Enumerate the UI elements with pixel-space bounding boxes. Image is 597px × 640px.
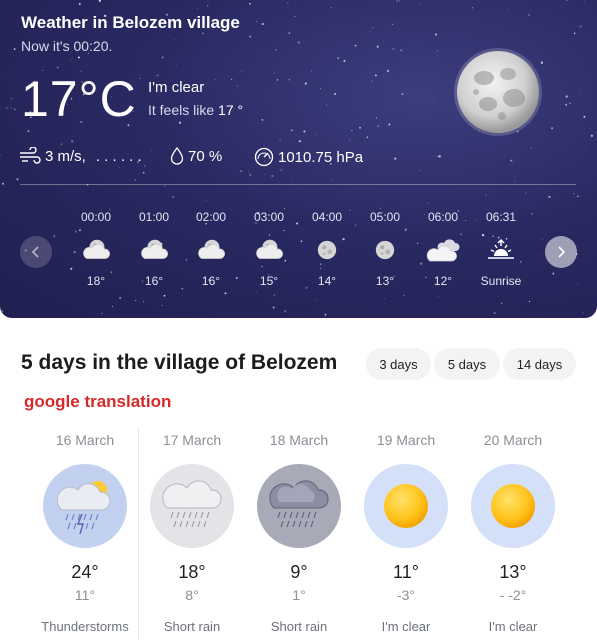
hourly-item: 05:00 13° <box>357 210 413 288</box>
water-drop-icon <box>170 147 184 165</box>
hourly-time: 02:00 <box>195 210 227 224</box>
day-high-temp: 9° <box>290 562 308 582</box>
tab-3-days[interactable]: 3 days <box>366 348 431 380</box>
hourly-item: 06:00 12° <box>415 210 471 288</box>
thunderstorm-icon <box>43 464 127 548</box>
hourly-time: 05:00 <box>369 210 401 224</box>
wind-direction: . . . . . . <box>95 147 142 165</box>
feels-like: It feels like 17 ° <box>148 102 243 118</box>
moon-cloud-icon <box>126 232 182 268</box>
hourly-item: 01:00 16° <box>126 210 182 288</box>
page-title: Weather in Belozem village <box>21 13 240 32</box>
day-description: I'm clear <box>381 619 431 634</box>
day-forecast[interactable]: 20 March 13° - -2° I'm clear <box>460 432 566 634</box>
sun-icon <box>471 464 555 548</box>
current-weather-card: Weather in Belozem village Now it's 00:2… <box>0 0 597 318</box>
day-forecast[interactable]: 17 March 18° 8° Short rain <box>139 432 245 634</box>
tab-14-days[interactable]: 14 days <box>503 348 576 380</box>
tab-5-days[interactable]: 5 days <box>434 348 500 380</box>
hourly-item: 06:31 Sunrise <box>473 210 529 288</box>
sunrise-icon <box>473 232 529 268</box>
day-forecast[interactable]: 18 March 9° 1° Short rain <box>246 432 352 634</box>
day-date: 19 March <box>376 432 436 448</box>
chevron-right-icon <box>558 246 566 258</box>
day-high-temp: 24° <box>71 562 99 582</box>
day-date: 18 March <box>269 432 329 448</box>
day-date: 16 March <box>55 432 115 448</box>
hourly-value: Sunrise <box>480 274 522 288</box>
day-description: I'm clear <box>488 619 538 634</box>
moon-icon <box>299 232 355 268</box>
full-moon-icon <box>454 48 542 136</box>
current-time: Now it's 00:20. <box>21 38 113 54</box>
day-forecast[interactable]: 16 March 24° 11° Thunderstorms <box>32 432 138 634</box>
day-date: 17 March <box>162 432 222 448</box>
feels-like-value: 17 ° <box>218 102 244 118</box>
hourly-value: 16° <box>144 274 164 288</box>
wind-speed: 3 m/s, <box>45 147 86 165</box>
day-low-temp: - -2° <box>499 587 527 603</box>
day-low-temp: -3° <box>396 587 416 603</box>
wind-metric: 3 m/s, . . . . . . <box>19 147 142 165</box>
barometer-icon <box>254 147 274 167</box>
hourly-item: 00:00 18° <box>68 210 124 288</box>
hourly-value: 14° <box>317 274 337 288</box>
hourly-item: 03:00 15° <box>241 210 297 288</box>
hourly-value: 15° <box>259 274 279 288</box>
moon-cloud-icon <box>68 232 124 268</box>
day-description: Thunderstorms <box>41 619 129 634</box>
hourly-time: 00:00 <box>80 210 112 224</box>
scroll-left-button[interactable] <box>20 236 52 268</box>
humidity-metric: 70 % <box>170 147 222 165</box>
hourly-item: 02:00 16° <box>183 210 239 288</box>
feels-like-label: It feels like <box>148 102 215 118</box>
day-low-temp: 8° <box>185 587 199 603</box>
day-forecast[interactable]: 19 March 11° -3° I'm clear <box>353 432 459 634</box>
scroll-right-button[interactable] <box>545 236 577 268</box>
day-high-temp: 18° <box>178 562 206 582</box>
hourly-time: 06:00 <box>427 210 459 224</box>
divider <box>20 184 576 185</box>
hourly-time: 06:31 <box>485 210 517 224</box>
cloud-icon <box>415 232 471 268</box>
hourly-item: 04:00 14° <box>299 210 355 288</box>
wind-icon <box>20 147 41 164</box>
hourly-value: 13° <box>375 274 395 288</box>
hourly-time: 03:00 <box>253 210 285 224</box>
day-description: Short rain <box>163 619 221 634</box>
current-condition: I'm clear <box>148 79 205 96</box>
translation-note: google translation <box>24 392 172 411</box>
short-rain-dark-icon <box>257 464 341 548</box>
day-low-temp: 11° <box>74 587 96 603</box>
humidity-value: 70 % <box>188 147 223 165</box>
moon-cloud-icon <box>241 232 297 268</box>
hourly-time: 01:00 <box>138 210 170 224</box>
day-date: 20 March <box>483 432 543 448</box>
forecast-card: 5 days in the village of Belozem 3 days … <box>0 330 597 640</box>
forecast-heading: 5 days in the village of Belozem <box>21 351 338 374</box>
moon-icon <box>357 232 413 268</box>
day-high-temp: 13° <box>499 562 527 582</box>
pressure-metric: 1010.75 hPa <box>254 147 363 167</box>
short-rain-icon <box>150 464 234 548</box>
hourly-time: 04:00 <box>311 210 343 224</box>
chevron-left-icon <box>31 246 39 258</box>
sun-icon <box>364 464 448 548</box>
hourly-value: 16° <box>201 274 221 288</box>
pressure-value: 1010.75 hPa <box>278 148 364 166</box>
day-low-temp: 1° <box>292 587 306 603</box>
hourly-value: 12° <box>433 274 453 288</box>
hourly-value: 18° <box>86 274 106 288</box>
day-description: Short rain <box>270 619 328 634</box>
current-temperature: 17°C <box>21 71 137 127</box>
moon-cloud-icon <box>183 232 239 268</box>
day-high-temp: 11° <box>393 562 419 582</box>
